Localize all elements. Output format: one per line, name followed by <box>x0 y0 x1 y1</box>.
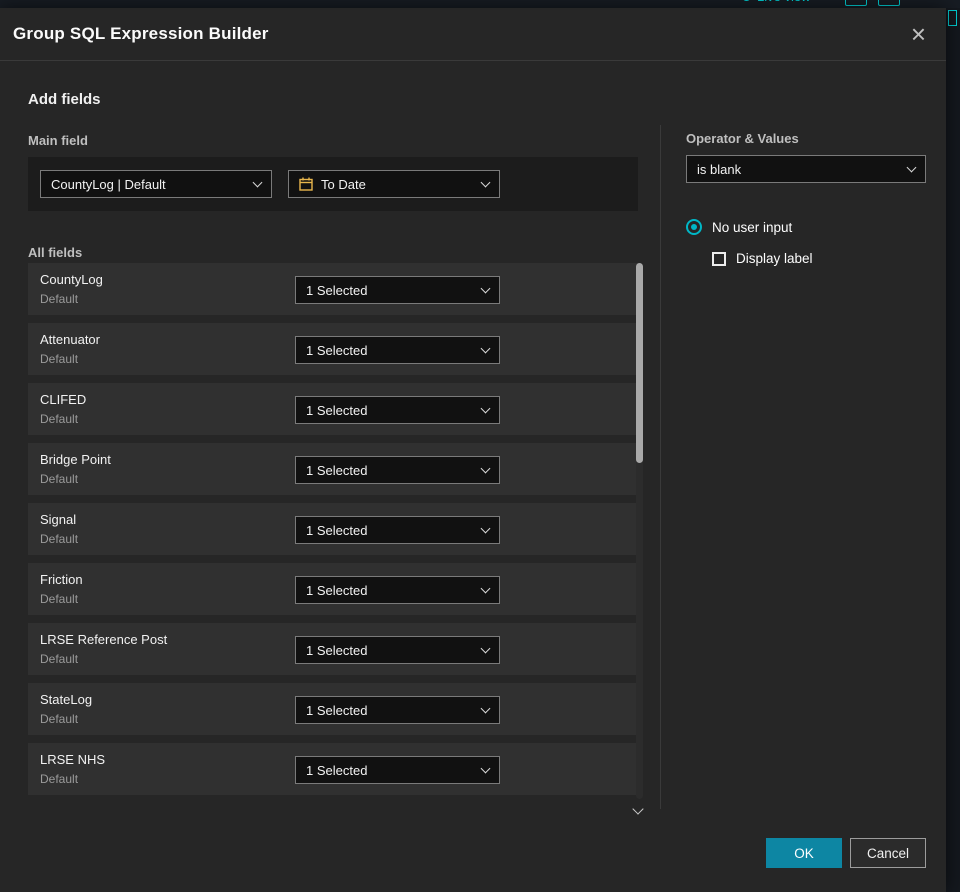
vertical-divider <box>660 125 661 809</box>
chevron-down-icon <box>252 177 263 188</box>
checkbox-unchecked-icon <box>712 251 726 266</box>
background-panel-icon <box>948 10 957 26</box>
dialog-titlebar: Group SQL Expression Builder × <box>0 8 946 61</box>
operator-dropdown-value: is blank <box>697 161 742 177</box>
display-label-text: Display label <box>736 251 813 266</box>
field-dropdown-value: 1 Selected <box>306 702 368 718</box>
field-dropdown-value: 1 Selected <box>306 582 368 598</box>
list-scrollbar[interactable] <box>636 263 643 799</box>
all-fields-list: CountyLog Default 1 Selected Attenuator … <box>28 263 638 803</box>
chevron-down-icon <box>480 763 491 774</box>
field-row: CountyLog Default 1 Selected <box>28 263 638 315</box>
field-row: Attenuator Default 1 Selected <box>28 323 638 375</box>
field-row: Bridge Point Default 1 Selected <box>28 443 638 495</box>
add-fields-heading: Add fields <box>28 91 101 108</box>
field-dropdown-value: 1 Selected <box>306 762 368 778</box>
chevron-down-icon <box>906 162 917 173</box>
field-selection-dropdown[interactable]: 1 Selected <box>295 696 500 724</box>
close-icon[interactable]: × <box>907 21 930 47</box>
field-row: LRSE Reference Post Default 1 Selected <box>28 623 638 675</box>
operator-dropdown[interactable]: is blank <box>686 155 926 183</box>
live-view-indicator: Live view <box>742 0 810 4</box>
field-selection-dropdown[interactable]: 1 Selected <box>295 276 500 304</box>
main-field-dropdown[interactable]: CountyLog | Default <box>40 170 272 198</box>
field-selection-dropdown[interactable]: 1 Selected <box>295 456 500 484</box>
no-user-input-label: No user input <box>712 219 793 235</box>
main-field-dropdown-value: CountyLog | Default <box>51 176 166 192</box>
all-fields-label: All fields <box>28 245 83 260</box>
main-field-bar: CountyLog | Default To Date <box>28 157 638 211</box>
field-row: LRSE NHS Default 1 Selected <box>28 743 638 795</box>
field-selection-dropdown[interactable]: 1 Selected <box>295 516 500 544</box>
chevron-down-icon <box>480 523 491 534</box>
field-row: StateLog Default 1 Selected <box>28 683 638 735</box>
field-selection-dropdown[interactable]: 1 Selected <box>295 336 500 364</box>
background-app-strip: Live view <box>0 0 960 8</box>
field-dropdown-value: 1 Selected <box>306 522 368 538</box>
dialog-footer: OK Cancel <box>766 838 926 868</box>
date-field-dropdown[interactable]: To Date <box>288 170 500 198</box>
chevron-down-icon <box>480 643 491 654</box>
date-dropdown-value: To Date <box>321 176 366 192</box>
dialog-body: Add fields Main field CountyLog | Defaul… <box>0 61 946 892</box>
calendar-icon <box>299 177 313 191</box>
chevron-down-icon <box>480 403 491 414</box>
field-dropdown-value: 1 Selected <box>306 282 368 298</box>
background-toolbar-icon <box>845 0 867 6</box>
background-right-strip <box>946 8 960 892</box>
field-selection-dropdown[interactable]: 1 Selected <box>295 636 500 664</box>
field-selection-dropdown[interactable]: 1 Selected <box>295 576 500 604</box>
scrollbar-thumb[interactable] <box>636 263 643 463</box>
field-selection-dropdown[interactable]: 1 Selected <box>295 396 500 424</box>
chevron-down-icon <box>480 463 491 474</box>
field-dropdown-value: 1 Selected <box>306 642 368 658</box>
field-dropdown-value: 1 Selected <box>306 462 368 478</box>
live-view-label: Live view <box>757 0 810 4</box>
no-user-input-radio[interactable]: No user input <box>686 219 926 235</box>
chevron-down-icon <box>480 177 491 188</box>
field-dropdown-value: 1 Selected <box>306 342 368 358</box>
main-field-label: Main field <box>28 133 88 148</box>
dialog-title: Group SQL Expression Builder <box>13 24 269 43</box>
scroll-down-arrow-icon[interactable] <box>632 803 644 815</box>
background-toolbar-icon <box>878 0 900 6</box>
radio-selected-icon <box>686 219 702 235</box>
field-dropdown-value: 1 Selected <box>306 402 368 418</box>
chevron-down-icon <box>480 283 491 294</box>
field-row: CLIFED Default 1 Selected <box>28 383 638 435</box>
field-row: Friction Default 1 Selected <box>28 563 638 615</box>
live-view-dot-icon <box>742 0 751 1</box>
operator-values-panel: Operator & Values is blank No user input… <box>686 131 926 266</box>
operator-values-label: Operator & Values <box>686 131 799 146</box>
sql-expression-builder-dialog: Group SQL Expression Builder × Add field… <box>0 8 946 892</box>
chevron-down-icon <box>480 583 491 594</box>
date-dropdown-content: To Date <box>299 177 366 192</box>
field-selection-dropdown[interactable]: 1 Selected <box>295 756 500 784</box>
display-label-checkbox-row[interactable]: Display label <box>712 251 926 266</box>
field-row: Signal Default 1 Selected <box>28 503 638 555</box>
chevron-down-icon <box>480 343 491 354</box>
ok-button[interactable]: OK <box>766 838 842 868</box>
chevron-down-icon <box>480 703 491 714</box>
cancel-button[interactable]: Cancel <box>850 838 926 868</box>
